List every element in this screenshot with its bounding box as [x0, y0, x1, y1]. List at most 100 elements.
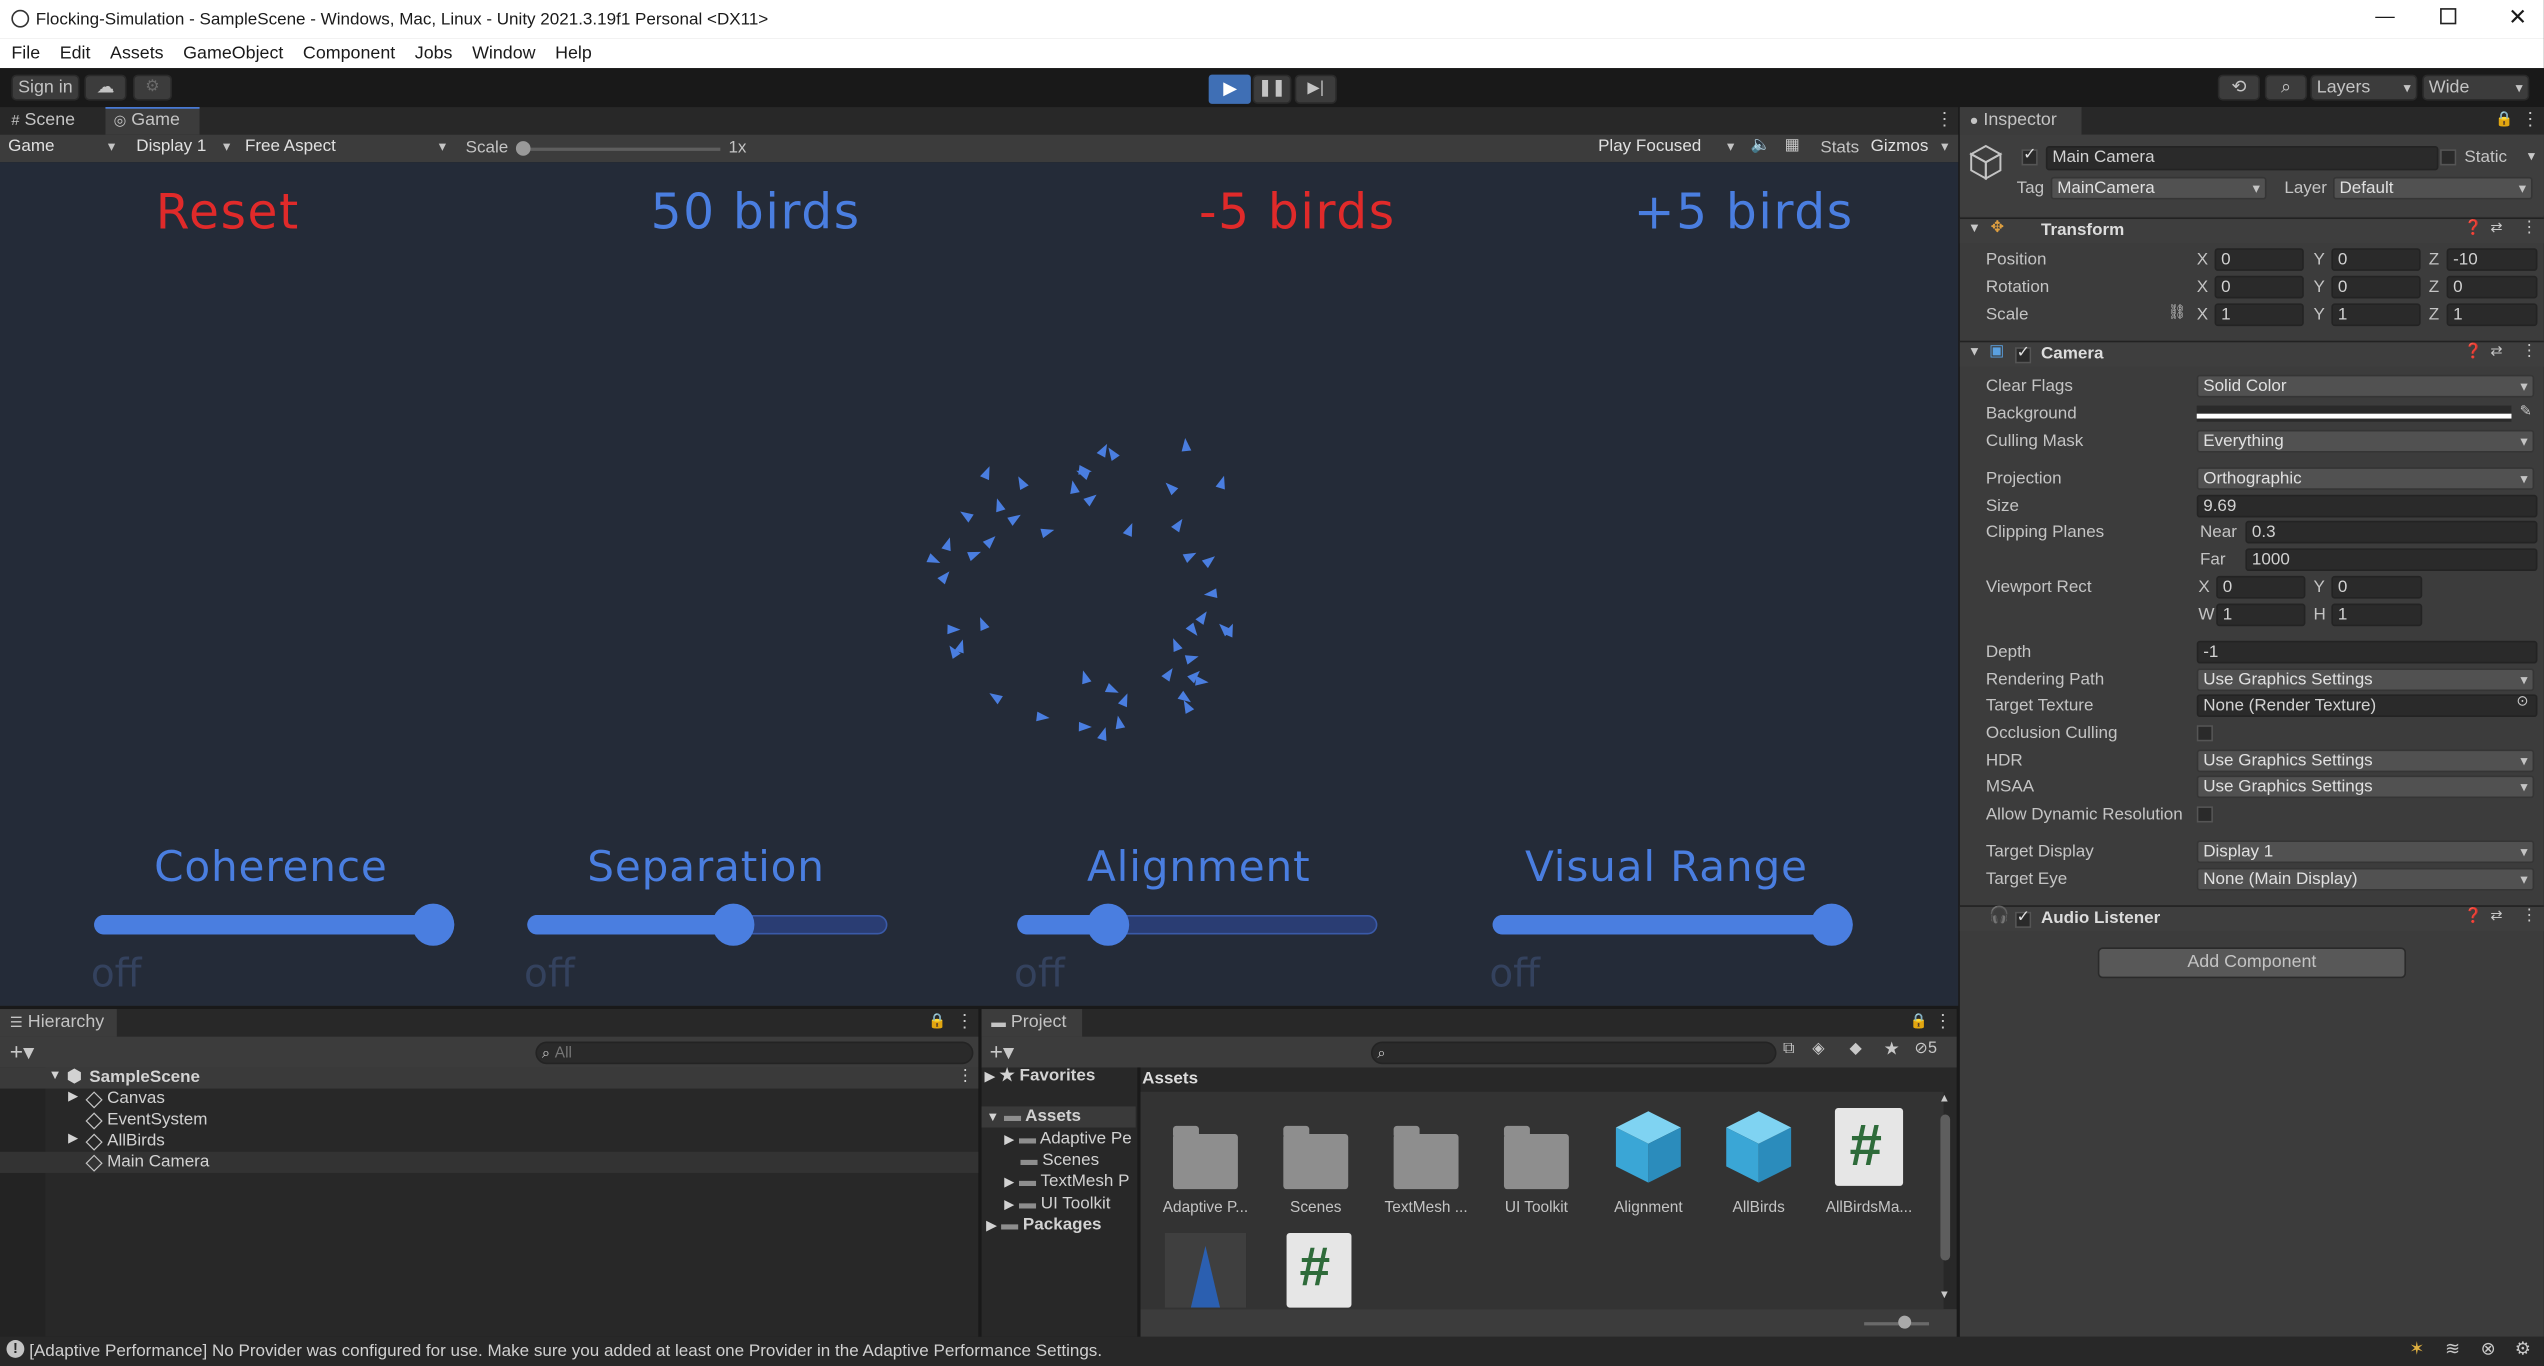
scroll-down-icon[interactable]: ▼	[1939, 1290, 1950, 1301]
kebab-menu-icon[interactable]: ⋮	[2521, 109, 2539, 129]
rotation-x-label[interactable]: X	[2197, 277, 2208, 296]
scale-y-label[interactable]: Y	[2314, 305, 2325, 324]
sign-in-button[interactable]: Sign in	[11, 74, 80, 101]
tab-project[interactable]: ▬ Project	[981, 1009, 1083, 1037]
expand-arrow-icon[interactable]: ▼	[986, 1110, 999, 1125]
slider-handle[interactable]	[412, 903, 455, 946]
notifications-icon[interactable]: ⚙	[2515, 1338, 2531, 1359]
game-view[interactable]: Reset 50 birds -5 birds +5 birds Coheren…	[0, 162, 1959, 1006]
rotation-y-input[interactable]: 0	[2331, 275, 2421, 299]
slider-handle[interactable]	[1810, 903, 1853, 946]
asset-tile[interactable]	[1162, 1230, 1250, 1308]
step-button[interactable]: ▶|	[1294, 74, 1337, 104]
expand-arrow-icon[interactable]: ▶	[68, 1089, 78, 1104]
scale-x-input[interactable]: 1	[2214, 303, 2304, 327]
size-input[interactable]: 9.69	[2196, 494, 2538, 518]
search-filter-icon[interactable]: ⧉	[1783, 1040, 1795, 1058]
status-message[interactable]: [Adaptive Performance] No Provider was c…	[29, 1342, 1102, 1361]
hierarchy-item[interactable]: EventSystem	[0, 1110, 978, 1131]
zoom-slider-track[interactable]	[1864, 1322, 1930, 1326]
scale-x-label[interactable]: X	[2197, 305, 2208, 324]
slider-handle[interactable]	[711, 903, 754, 946]
project-folder-row[interactable]: ▶ ▬ TextMesh P	[1004, 1171, 1129, 1190]
viewport-y-input[interactable]: 0	[2331, 575, 2423, 599]
enabled-checkbox[interactable]	[2015, 908, 2032, 928]
scroll-up-icon[interactable]: ▲	[1939, 1093, 1950, 1104]
layout-dropdown[interactable]: Wide ▾	[2422, 74, 2530, 101]
asset-tile[interactable]: # AllBirdsMa...	[1812, 1105, 1926, 1219]
close-button[interactable]: ✕	[2508, 3, 2527, 31]
asset-tile[interactable]: TextMesh ...	[1369, 1105, 1483, 1219]
gizmos-dropdown[interactable]: Gizmos	[1865, 136, 1954, 161]
culling-mask-dropdown[interactable]: Everything	[2196, 429, 2535, 453]
constrain-proportions-icon[interactable]: ⛓	[2168, 303, 2187, 321]
help-icon[interactable]: ❓	[2464, 907, 2482, 925]
view-dropdown[interactable]: Game	[3, 136, 121, 161]
stats-button[interactable]: Stats	[1820, 138, 1859, 157]
progress-icon[interactable]: ✶	[2409, 1338, 2424, 1359]
menu-component[interactable]: Component	[303, 39, 395, 68]
bug-icon[interactable]: ⊗	[2481, 1338, 2496, 1359]
cloud-button[interactable]: ☁	[84, 74, 127, 101]
scale-z-input[interactable]: 1	[2446, 303, 2538, 327]
remove-birds-button[interactable]: -5 birds	[1199, 185, 1396, 242]
preset-icon[interactable]: ⇄	[2490, 342, 2502, 360]
tab-inspector[interactable]: ● Inspector	[1959, 107, 2082, 135]
label-icon[interactable]: ◆	[1850, 1040, 1862, 1058]
rendering-path-dropdown[interactable]: Use Graphics Settings	[2196, 668, 2535, 692]
expand-arrow-icon[interactable]: ▼	[1968, 344, 1981, 359]
help-icon[interactable]: ❓	[2464, 342, 2482, 360]
expand-arrow-icon[interactable]: ▶	[1004, 1175, 1014, 1190]
viewport-w-input[interactable]: 1	[2216, 603, 2306, 627]
project-folder-row[interactable]: ▶ ▬ UI Toolkit	[1004, 1194, 1110, 1213]
expand-arrow-icon[interactable]: ▶	[68, 1131, 78, 1146]
clear-flags-dropdown[interactable]: Solid Color	[2196, 374, 2535, 398]
object-picker-icon[interactable]: ⊙	[2516, 693, 2528, 711]
add-icon[interactable]: +▾	[990, 1038, 1015, 1066]
static-checkbox[interactable]	[2440, 149, 2457, 166]
depth-input[interactable]: -1	[2196, 640, 2538, 664]
menu-file[interactable]: File	[11, 39, 40, 68]
hierarchy-search-input[interactable]: ⌕ All	[535, 1041, 974, 1065]
slider-handle[interactable]	[1087, 903, 1130, 946]
debugger-icon[interactable]: ≋	[2445, 1338, 2460, 1359]
kebab-menu-icon[interactable]: ⋮	[1934, 1011, 1952, 1031]
audio-mute-icon[interactable]: 🔈	[1751, 136, 1771, 154]
favorites-row[interactable]: ▶ ★ Favorites	[985, 1066, 1096, 1085]
kebab-menu-icon[interactable]: ⋮	[2521, 342, 2537, 360]
expand-arrow-icon[interactable]: ▶	[986, 1218, 996, 1233]
expand-arrow-icon[interactable]: ▶	[985, 1069, 995, 1084]
occlusion-culling-checkbox[interactable]	[2196, 725, 2213, 742]
rotation-x-input[interactable]: 0	[2214, 275, 2304, 299]
rotation-z-label[interactable]: Z	[2429, 277, 2439, 296]
audio-listener-header[interactable]: 🎧 Audio Listener ❓ ⇄ ⋮	[1959, 905, 2544, 932]
rotation-z-input[interactable]: 0	[2446, 275, 2538, 299]
menu-window[interactable]: Window	[472, 39, 535, 68]
lock-icon[interactable]: 🔒	[1910, 1012, 1928, 1030]
zoom-slider-handle[interactable]	[1898, 1315, 1912, 1329]
menu-gameobject[interactable]: GameObject	[183, 39, 283, 68]
lock-icon[interactable]: 🔒	[928, 1012, 946, 1030]
hierarchy-item[interactable]: ▶ AllBirds	[0, 1131, 978, 1152]
project-breadcrumb[interactable]: Assets	[1142, 1069, 1198, 1088]
scrollbar-thumb[interactable]	[1940, 1114, 1951, 1261]
viewport-x-input[interactable]: 0	[2216, 575, 2306, 599]
camera-header[interactable]: ▼ ▣ Camera ❓ ⇄ ⋮	[1959, 340, 2544, 367]
play-button[interactable]: ▶	[1208, 74, 1251, 104]
asset-tile[interactable]: Scenes	[1259, 1105, 1373, 1219]
kebab-menu-icon[interactable]: ⋮	[2521, 907, 2537, 925]
active-checkbox[interactable]	[2021, 146, 2038, 166]
expand-arrow-icon[interactable]: ▶	[1004, 1132, 1014, 1147]
far-input[interactable]: 1000	[2245, 548, 2538, 572]
help-icon[interactable]: ❓	[2464, 219, 2482, 237]
preset-icon[interactable]: ⇄	[2490, 907, 2502, 925]
hierarchy-item[interactable]: ▶ Canvas	[0, 1089, 978, 1110]
position-z-label[interactable]: Z	[2429, 250, 2439, 269]
enabled-checkbox[interactable]	[2015, 344, 2032, 364]
kebab-menu-icon[interactable]: ⋮	[2521, 219, 2537, 237]
search-button[interactable]: ⌕	[2264, 74, 2308, 101]
target-eye-dropdown[interactable]: None (Main Display)	[2196, 867, 2535, 891]
transform-header[interactable]: ▼ ✥ Transform ❓ ⇄ ⋮	[1959, 217, 2544, 244]
pause-button[interactable]: ❚❚	[1252, 74, 1292, 104]
menu-edit[interactable]: Edit	[60, 39, 91, 68]
